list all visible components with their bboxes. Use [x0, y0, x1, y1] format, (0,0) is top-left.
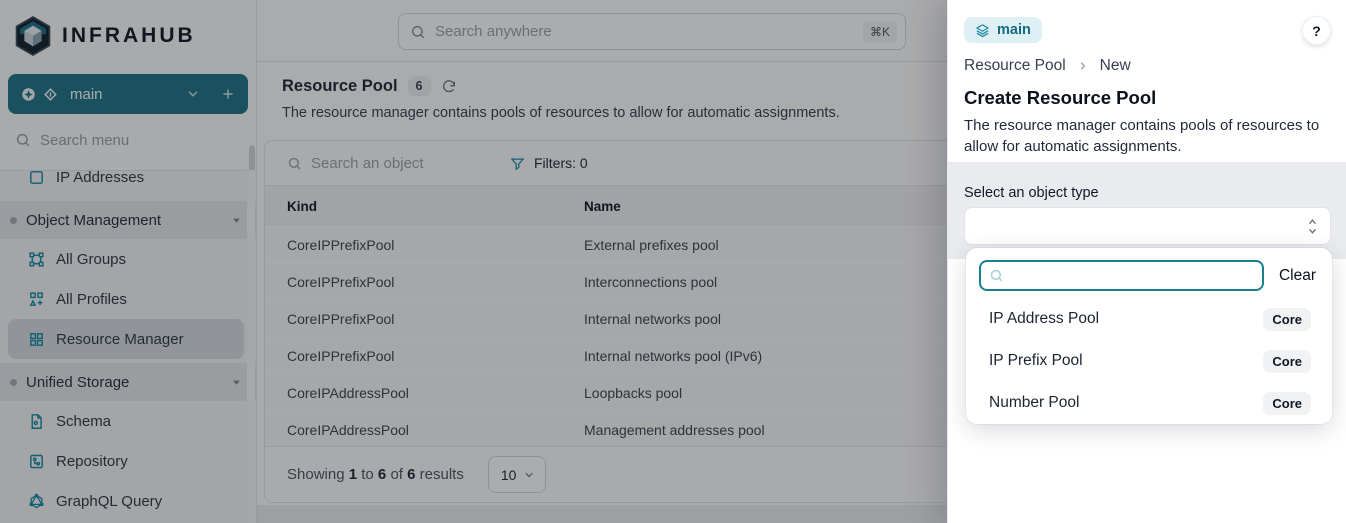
- namespace-badge: Core: [1263, 350, 1311, 373]
- dropdown-search[interactable]: [979, 260, 1264, 291]
- select-carets-icon: [1306, 217, 1319, 236]
- help-button[interactable]: ?: [1302, 16, 1331, 45]
- namespace-badge: Core: [1263, 392, 1311, 415]
- option-number-pool[interactable]: Number Pool Core: [979, 382, 1319, 424]
- option-label: IP Prefix Pool: [989, 352, 1083, 370]
- search-icon: [989, 268, 1004, 283]
- option-label: Number Pool: [989, 394, 1079, 412]
- namespace-badge: Core: [1263, 308, 1311, 331]
- option-ip-prefix-pool[interactable]: IP Prefix Pool Core: [979, 340, 1319, 382]
- object-type-dropdown: Clear IP Address Pool Core IP Prefix Poo…: [966, 248, 1332, 424]
- drawer-branch-name: main: [997, 22, 1031, 38]
- dropdown-search-input[interactable]: [1010, 268, 1254, 284]
- option-label: IP Address Pool: [989, 310, 1099, 328]
- drawer-header: main ? Resource Pool New Create Resource…: [948, 0, 1346, 157]
- breadcrumb-resource-pool[interactable]: Resource Pool: [964, 57, 1066, 75]
- breadcrumb-new: New: [1100, 57, 1131, 75]
- object-type-select[interactable]: [964, 207, 1331, 245]
- app-root: INFRAHUB main IP Addresses Object Manage…: [0, 0, 1346, 523]
- breadcrumb: Resource Pool New: [964, 57, 1330, 75]
- drawer-branch-badge[interactable]: main: [964, 17, 1042, 43]
- help-label: ?: [1312, 23, 1321, 39]
- dropdown-options: IP Address Pool Core IP Prefix Pool Core…: [979, 298, 1319, 424]
- option-ip-address-pool[interactable]: IP Address Pool Core: [979, 298, 1319, 340]
- breadcrumb-chevron-icon: [1077, 60, 1089, 72]
- drawer-title: Create Resource Pool: [964, 87, 1330, 109]
- create-drawer: main ? Resource Pool New Create Resource…: [947, 0, 1346, 523]
- drawer-description: The resource manager contains pools of r…: [964, 116, 1334, 157]
- form-section: Select an object type: [948, 162, 1346, 259]
- drawer-backdrop[interactable]: [0, 0, 947, 523]
- clear-button[interactable]: Clear: [1279, 267, 1316, 285]
- layers-icon: [975, 23, 990, 38]
- object-type-label: Select an object type: [964, 185, 1099, 201]
